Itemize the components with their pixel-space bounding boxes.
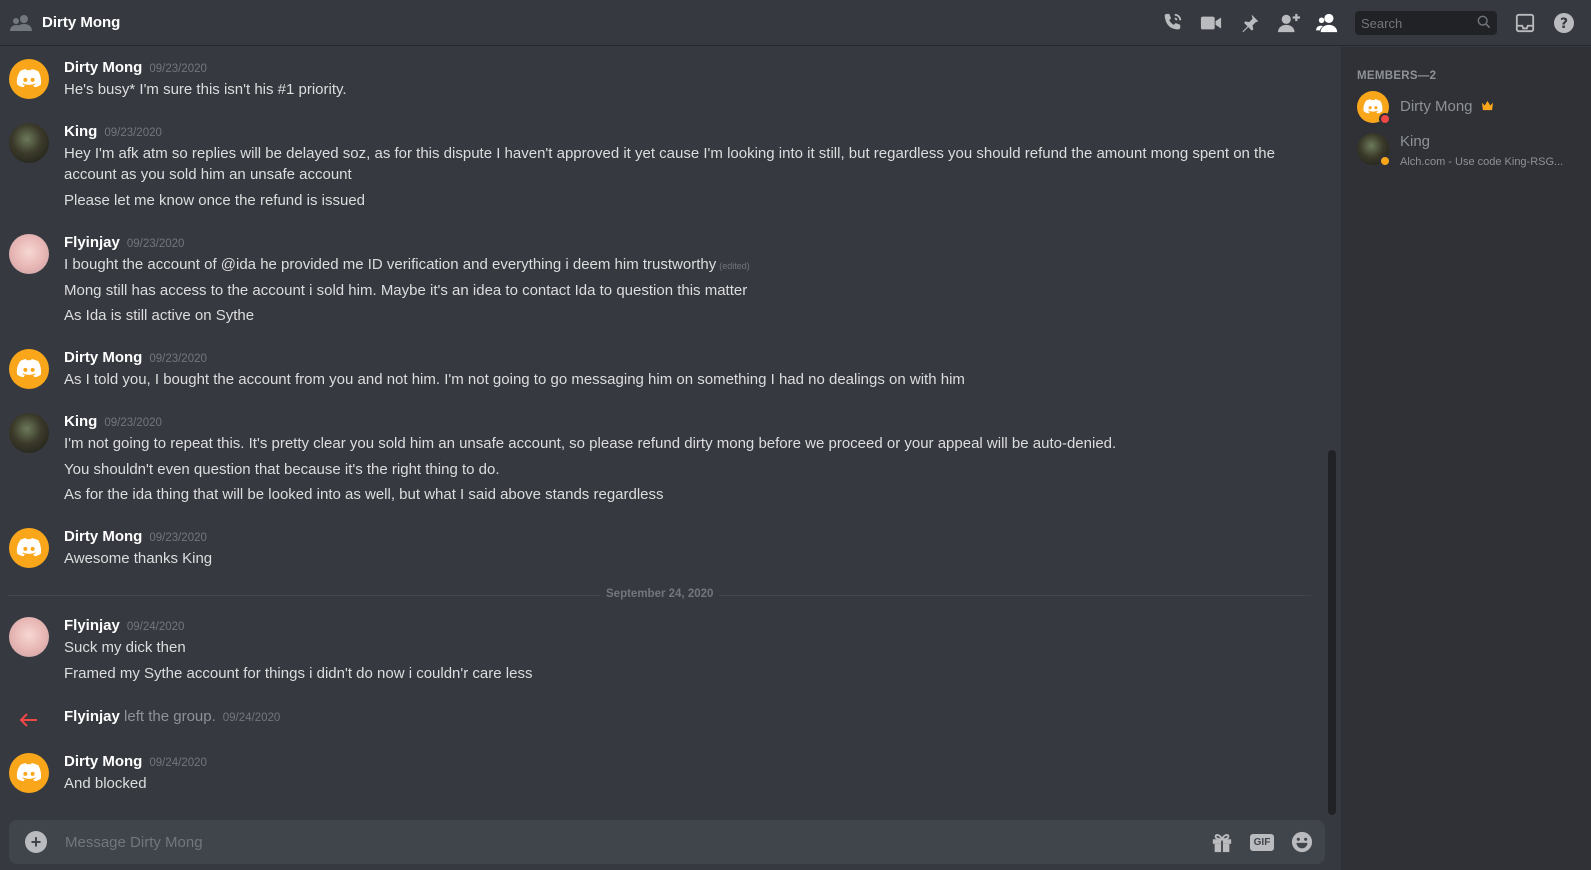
search-icon (1477, 15, 1491, 32)
avatar[interactable] (9, 234, 49, 274)
message-content: You shouldn't even question that because… (64, 461, 500, 478)
add-friend-icon[interactable] (1269, 8, 1308, 38)
leave-arrow-icon (19, 710, 38, 733)
search-input[interactable]: Search (1355, 11, 1497, 35)
avatar[interactable] (9, 413, 49, 453)
inbox-icon[interactable] (1505, 8, 1544, 38)
crown-icon (1481, 98, 1494, 115)
message-author[interactable]: Dirty Mong 09/23/2020 (64, 59, 207, 76)
message-content: account as you sold him an unsafe accoun… (64, 166, 352, 183)
message-author[interactable]: Flyinjay 09/24/2020 (64, 617, 184, 634)
message-author[interactable]: Dirty Mong 09/23/2020 (64, 349, 207, 366)
search-placeholder: Search (1361, 15, 1403, 31)
members-title: MEMBERS—2 (1357, 70, 1437, 82)
avatar[interactable] (9, 349, 49, 389)
dnd-status-icon (1379, 113, 1391, 125)
scrollbar[interactable] (1328, 450, 1336, 815)
help-icon[interactable]: ? (1544, 8, 1583, 38)
message-timestamp: 09/24/2020 (149, 757, 207, 769)
emoji-icon[interactable] (1289, 829, 1315, 855)
message-timestamp: 09/24/2020 (222, 712, 281, 724)
upload-button[interactable]: + (25, 831, 47, 853)
message-author[interactable]: Dirty Mong 09/23/2020 (64, 528, 207, 545)
message-content: As for the ida thing that will be looked… (64, 486, 664, 503)
message-content: Awesome thanks King (64, 550, 213, 567)
call-icon[interactable] (1152, 8, 1191, 38)
message-list: Dirty Mong 09/23/2020 He's busy* I'm sure… (0, 47, 1340, 817)
message-content: I'm not going to repeat this. It's prett… (64, 435, 1117, 452)
message-content: He's busy* I'm sure this isn't his #1 pr… (64, 81, 347, 98)
group-dm-icon (10, 13, 36, 33)
message-content: Please let me know once the refund is is… (64, 192, 366, 209)
message-author[interactable]: Dirty Mong 09/24/2020 (64, 753, 207, 770)
message-content: As I told you, I bought the account from… (64, 371, 965, 388)
date-divider-label: September 24, 2020 (600, 588, 720, 600)
chat-header: Dirty Mong Search ? (0, 0, 1591, 46)
avatar[interactable] (9, 753, 49, 793)
message-composer: + GIF (9, 820, 1325, 864)
avatar[interactable] (9, 617, 49, 657)
member-item[interactable]: Dirty Mong (1357, 91, 1587, 133)
system-user[interactable]: Flyinjay (64, 708, 120, 725)
system-message: Flyinjay left the group. 09/24/2020 (64, 708, 281, 725)
idle-status-icon (1379, 155, 1391, 167)
member-activity: Alch.com - Use code King-RSG... (1400, 156, 1564, 168)
message-author[interactable]: King 09/23/2020 (64, 413, 162, 430)
members-icon[interactable] (1308, 8, 1347, 38)
message-timestamp: 09/24/2020 (126, 621, 185, 633)
message-content: And blocked (64, 775, 147, 792)
message-content: Suck my dick then (64, 639, 186, 656)
member-item[interactable]: King Alch.com - Use code King-RSG... (1357, 133, 1587, 175)
avatar[interactable] (9, 528, 49, 568)
message-timestamp: 09/23/2020 (104, 417, 162, 429)
message-content: Mong still has access to the account i s… (64, 282, 748, 299)
avatar[interactable] (9, 123, 49, 163)
gift-icon[interactable] (1209, 829, 1235, 855)
message-content: Hey I'm afk atm so replies will be delay… (64, 145, 1275, 162)
message-content: Framed my Sythe account for things i did… (64, 665, 533, 682)
message-timestamp: 09/23/2020 (149, 532, 207, 544)
message-timestamp: 09/23/2020 (149, 63, 207, 75)
message-timestamp: 09/23/2020 (126, 238, 185, 250)
video-icon[interactable] (1191, 8, 1230, 38)
gif-button[interactable]: GIF (1249, 829, 1275, 855)
members-panel: MEMBERS—2 Dirty Mong King Alch.com - Use… (1341, 47, 1591, 870)
page-title: Dirty Mong (42, 14, 121, 31)
message-content: As Ida is still active on Sythe (64, 307, 255, 324)
svg-text:?: ? (1559, 16, 1567, 32)
message-content: I bought the account of @ida he provided… (64, 256, 750, 273)
message-author[interactable]: Flyinjay 09/23/2020 (64, 234, 184, 251)
member-name: Dirty Mong (1400, 98, 1494, 115)
message-input[interactable] (65, 833, 1165, 851)
avatar[interactable] (9, 59, 49, 99)
pin-icon[interactable] (1230, 8, 1269, 38)
header-toolbar: Search ? (1152, 8, 1583, 38)
edited-tag: (edited) (719, 261, 750, 271)
composer-actions: GIF (1209, 829, 1315, 855)
message-timestamp: 09/23/2020 (104, 127, 162, 139)
message-author[interactable]: King 09/23/2020 (64, 123, 162, 140)
message-timestamp: 09/23/2020 (149, 353, 207, 365)
member-name: King (1400, 133, 1431, 150)
